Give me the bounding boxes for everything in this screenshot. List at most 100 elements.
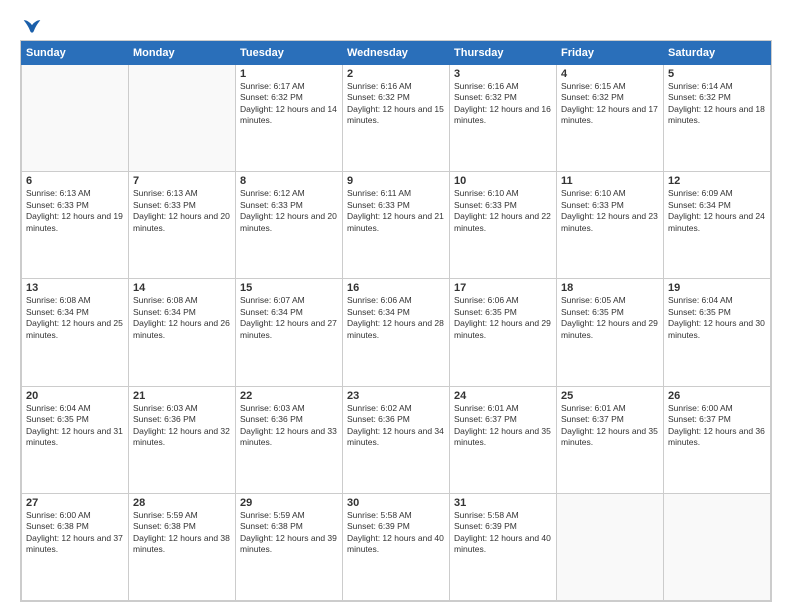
- day-info: Sunrise: 6:03 AMSunset: 6:36 PMDaylight:…: [133, 403, 231, 449]
- day-info: Sunrise: 6:13 AMSunset: 6:33 PMDaylight:…: [26, 188, 124, 234]
- day-number: 4: [561, 68, 659, 80]
- day-number: 8: [240, 175, 338, 187]
- calendar-cell: 25Sunrise: 6:01 AMSunset: 6:37 PMDayligh…: [557, 386, 664, 493]
- day-number: 9: [347, 175, 445, 187]
- calendar-cell: 23Sunrise: 6:02 AMSunset: 6:36 PMDayligh…: [343, 386, 450, 493]
- calendar-cell: 30Sunrise: 5:58 AMSunset: 6:39 PMDayligh…: [343, 493, 450, 600]
- calendar-cell: 26Sunrise: 6:00 AMSunset: 6:37 PMDayligh…: [664, 386, 771, 493]
- day-info: Sunrise: 6:14 AMSunset: 6:32 PMDaylight:…: [668, 81, 766, 127]
- calendar-cell: 6Sunrise: 6:13 AMSunset: 6:33 PMDaylight…: [22, 172, 129, 279]
- day-number: 22: [240, 390, 338, 402]
- header-row: Sunday Monday Tuesday Wednesday Thursday…: [22, 42, 771, 65]
- calendar-cell: [22, 65, 129, 172]
- day-info: Sunrise: 6:06 AMSunset: 6:34 PMDaylight:…: [347, 295, 445, 341]
- day-number: 2: [347, 68, 445, 80]
- col-sunday: Sunday: [22, 42, 129, 65]
- day-number: 23: [347, 390, 445, 402]
- day-info: Sunrise: 5:58 AMSunset: 6:39 PMDaylight:…: [347, 510, 445, 556]
- day-number: 15: [240, 282, 338, 294]
- calendar-cell: 28Sunrise: 5:59 AMSunset: 6:38 PMDayligh…: [129, 493, 236, 600]
- calendar-cell: 22Sunrise: 6:03 AMSunset: 6:36 PMDayligh…: [236, 386, 343, 493]
- day-number: 19: [668, 282, 766, 294]
- calendar-cell: 11Sunrise: 6:10 AMSunset: 6:33 PMDayligh…: [557, 172, 664, 279]
- calendar-cell: 18Sunrise: 6:05 AMSunset: 6:35 PMDayligh…: [557, 279, 664, 386]
- day-info: Sunrise: 6:02 AMSunset: 6:36 PMDaylight:…: [347, 403, 445, 449]
- day-info: Sunrise: 6:16 AMSunset: 6:32 PMDaylight:…: [347, 81, 445, 127]
- col-tuesday: Tuesday: [236, 42, 343, 65]
- day-info: Sunrise: 6:17 AMSunset: 6:32 PMDaylight:…: [240, 81, 338, 127]
- calendar-cell: 12Sunrise: 6:09 AMSunset: 6:34 PMDayligh…: [664, 172, 771, 279]
- calendar-cell: 31Sunrise: 5:58 AMSunset: 6:39 PMDayligh…: [450, 493, 557, 600]
- day-number: 11: [561, 175, 659, 187]
- calendar: Sunday Monday Tuesday Wednesday Thursday…: [20, 40, 772, 602]
- day-number: 17: [454, 282, 552, 294]
- calendar-cell: 3Sunrise: 6:16 AMSunset: 6:32 PMDaylight…: [450, 65, 557, 172]
- day-info: Sunrise: 6:04 AMSunset: 6:35 PMDaylight:…: [26, 403, 124, 449]
- day-info: Sunrise: 6:00 AMSunset: 6:37 PMDaylight:…: [668, 403, 766, 449]
- page: Sunday Monday Tuesday Wednesday Thursday…: [0, 0, 792, 612]
- calendar-cell: [129, 65, 236, 172]
- day-number: 6: [26, 175, 124, 187]
- day-number: 12: [668, 175, 766, 187]
- day-info: Sunrise: 6:10 AMSunset: 6:33 PMDaylight:…: [561, 188, 659, 234]
- day-info: Sunrise: 6:11 AMSunset: 6:33 PMDaylight:…: [347, 188, 445, 234]
- day-number: 5: [668, 68, 766, 80]
- day-number: 31: [454, 497, 552, 509]
- calendar-cell: 29Sunrise: 5:59 AMSunset: 6:38 PMDayligh…: [236, 493, 343, 600]
- week-row-1: 1Sunrise: 6:17 AMSunset: 6:32 PMDaylight…: [22, 65, 771, 172]
- calendar-cell: 15Sunrise: 6:07 AMSunset: 6:34 PMDayligh…: [236, 279, 343, 386]
- col-monday: Monday: [129, 42, 236, 65]
- day-number: 3: [454, 68, 552, 80]
- day-number: 21: [133, 390, 231, 402]
- day-info: Sunrise: 6:08 AMSunset: 6:34 PMDaylight:…: [133, 295, 231, 341]
- day-number: 13: [26, 282, 124, 294]
- calendar-cell: 17Sunrise: 6:06 AMSunset: 6:35 PMDayligh…: [450, 279, 557, 386]
- day-number: 1: [240, 68, 338, 80]
- week-row-2: 6Sunrise: 6:13 AMSunset: 6:33 PMDaylight…: [22, 172, 771, 279]
- calendar-cell: 9Sunrise: 6:11 AMSunset: 6:33 PMDaylight…: [343, 172, 450, 279]
- day-info: Sunrise: 6:16 AMSunset: 6:32 PMDaylight:…: [454, 81, 552, 127]
- calendar-body: 1Sunrise: 6:17 AMSunset: 6:32 PMDaylight…: [22, 65, 771, 601]
- calendar-cell: 2Sunrise: 6:16 AMSunset: 6:32 PMDaylight…: [343, 65, 450, 172]
- day-info: Sunrise: 6:00 AMSunset: 6:38 PMDaylight:…: [26, 510, 124, 556]
- day-number: 18: [561, 282, 659, 294]
- day-info: Sunrise: 5:58 AMSunset: 6:39 PMDaylight:…: [454, 510, 552, 556]
- day-info: Sunrise: 6:13 AMSunset: 6:33 PMDaylight:…: [133, 188, 231, 234]
- col-wednesday: Wednesday: [343, 42, 450, 65]
- calendar-cell: 24Sunrise: 6:01 AMSunset: 6:37 PMDayligh…: [450, 386, 557, 493]
- col-saturday: Saturday: [664, 42, 771, 65]
- day-number: 29: [240, 497, 338, 509]
- day-info: Sunrise: 6:10 AMSunset: 6:33 PMDaylight:…: [454, 188, 552, 234]
- day-info: Sunrise: 6:01 AMSunset: 6:37 PMDaylight:…: [561, 403, 659, 449]
- day-info: Sunrise: 6:06 AMSunset: 6:35 PMDaylight:…: [454, 295, 552, 341]
- calendar-cell: 14Sunrise: 6:08 AMSunset: 6:34 PMDayligh…: [129, 279, 236, 386]
- calendar-cell: [557, 493, 664, 600]
- day-info: Sunrise: 6:05 AMSunset: 6:35 PMDaylight:…: [561, 295, 659, 341]
- day-info: Sunrise: 6:15 AMSunset: 6:32 PMDaylight:…: [561, 81, 659, 127]
- week-row-5: 27Sunrise: 6:00 AMSunset: 6:38 PMDayligh…: [22, 493, 771, 600]
- day-number: 16: [347, 282, 445, 294]
- col-thursday: Thursday: [450, 42, 557, 65]
- calendar-cell: 13Sunrise: 6:08 AMSunset: 6:34 PMDayligh…: [22, 279, 129, 386]
- day-info: Sunrise: 5:59 AMSunset: 6:38 PMDaylight:…: [133, 510, 231, 556]
- logo: [20, 16, 42, 36]
- day-info: Sunrise: 6:01 AMSunset: 6:37 PMDaylight:…: [454, 403, 552, 449]
- calendar-cell: 20Sunrise: 6:04 AMSunset: 6:35 PMDayligh…: [22, 386, 129, 493]
- calendar-cell: 10Sunrise: 6:10 AMSunset: 6:33 PMDayligh…: [450, 172, 557, 279]
- calendar-cell: 4Sunrise: 6:15 AMSunset: 6:32 PMDaylight…: [557, 65, 664, 172]
- week-row-4: 20Sunrise: 6:04 AMSunset: 6:35 PMDayligh…: [22, 386, 771, 493]
- calendar-cell: [664, 493, 771, 600]
- calendar-cell: 19Sunrise: 6:04 AMSunset: 6:35 PMDayligh…: [664, 279, 771, 386]
- logo-bird-icon: [22, 16, 42, 36]
- day-number: 10: [454, 175, 552, 187]
- day-number: 28: [133, 497, 231, 509]
- calendar-cell: 7Sunrise: 6:13 AMSunset: 6:33 PMDaylight…: [129, 172, 236, 279]
- calendar-cell: 5Sunrise: 6:14 AMSunset: 6:32 PMDaylight…: [664, 65, 771, 172]
- day-info: Sunrise: 6:04 AMSunset: 6:35 PMDaylight:…: [668, 295, 766, 341]
- day-number: 25: [561, 390, 659, 402]
- calendar-header: Sunday Monday Tuesday Wednesday Thursday…: [22, 42, 771, 65]
- day-info: Sunrise: 6:09 AMSunset: 6:34 PMDaylight:…: [668, 188, 766, 234]
- header: [20, 16, 772, 36]
- col-friday: Friday: [557, 42, 664, 65]
- day-info: Sunrise: 6:12 AMSunset: 6:33 PMDaylight:…: [240, 188, 338, 234]
